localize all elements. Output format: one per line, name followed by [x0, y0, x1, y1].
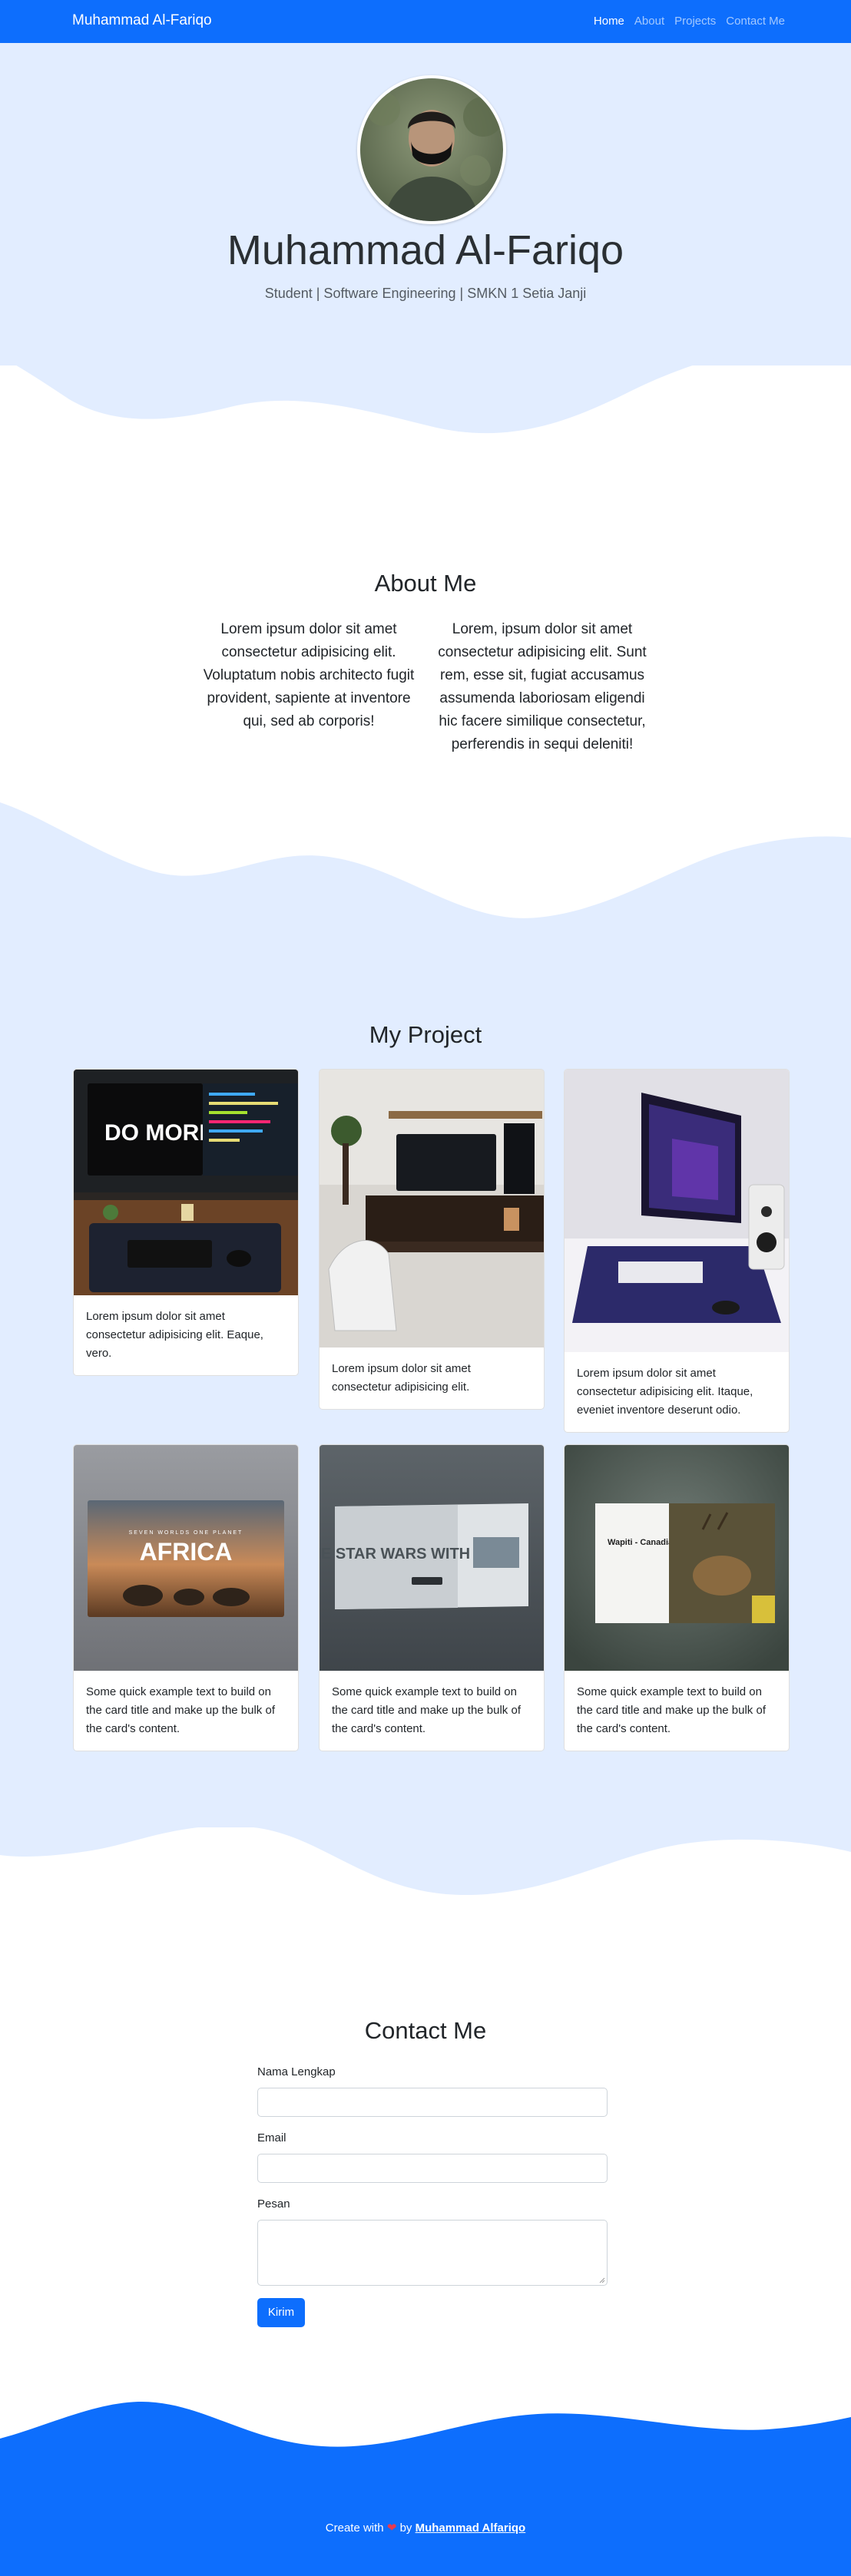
email-field[interactable]: [257, 2154, 608, 2183]
about-column-right: Lorem, ipsum dolor sit amet consectetur …: [438, 621, 647, 752]
email-label: Email: [257, 2131, 286, 2144]
resize-handle-icon[interactable]: [599, 2277, 605, 2283]
project-card-text-6: Some quick example text to build on the …: [577, 1685, 766, 1735]
nav-link-about[interactable]: About: [634, 15, 664, 28]
avatar: [357, 75, 506, 224]
projects-title: My Project: [369, 1021, 482, 1048]
projects-bottom-wave: [0, 1781, 851, 1896]
submit-button[interactable]: Kirim: [257, 2298, 305, 2327]
footer-wave: [0, 2401, 851, 2457]
project-image-6: Wapiti - Canadian Deer: [565, 1445, 789, 1671]
name-label: Nama Lengkap: [257, 2065, 336, 2078]
project-card-text-2: Lorem ipsum dolor sit amet consectetur a…: [332, 1362, 471, 1394]
footer-prefix: Create with: [325, 2521, 384, 2535]
project-card-4[interactable]: SEVEN WORLDS ONE PLANET AFRICA Some quic…: [73, 1444, 299, 1751]
footer: [0, 2453, 851, 2576]
africa-overlay-small: SEVEN WORLDS ONE PLANET: [129, 1530, 243, 1536]
do-more-overlay: DO MORI: [104, 1120, 206, 1146]
nav-link-contact[interactable]: Contact Me: [726, 15, 785, 28]
footer-by: by: [399, 2521, 412, 2535]
project-image-5: THE STAR WARS WITH YOU: [320, 1445, 544, 1671]
project-image-1: DO MORI: [74, 1070, 298, 1295]
nav-link-projects[interactable]: Projects: [674, 15, 716, 28]
project-card-3[interactable]: Lorem ipsum dolor sit amet consectetur a…: [564, 1069, 790, 1433]
message-field[interactable]: [257, 2220, 608, 2286]
project-card-text-4: Some quick example text to build on the …: [86, 1685, 275, 1735]
project-image-2: [320, 1070, 544, 1348]
heart-icon: ❤: [386, 2521, 397, 2535]
contact-title: Contact Me: [364, 2017, 487, 2044]
navbar-brand[interactable]: Muhammad Al-Fariqo: [72, 12, 212, 29]
name-field[interactable]: [257, 2088, 608, 2117]
africa-overlay: AFRICA: [140, 1538, 233, 1566]
project-card-text-3: Lorem ipsum dolor sit amet consectetur a…: [577, 1367, 753, 1417]
footer-author-link[interactable]: Muhammad Alfariqo: [416, 2521, 526, 2535]
nav-link-home[interactable]: Home: [594, 15, 624, 28]
about-column-left: Lorem ipsum dolor sit amet consectetur a…: [203, 621, 415, 729]
project-card-5[interactable]: THE STAR WARS WITH YOU Some quick exampl…: [319, 1444, 545, 1751]
message-label: Pesan: [257, 2197, 290, 2211]
project-image-3: [565, 1070, 789, 1352]
navbar: Muhammad Al-Fariqo Home About Projects C…: [0, 0, 851, 43]
project-image-4: SEVEN WORLDS ONE PLANET AFRICA: [74, 1445, 298, 1671]
hero-name: Muhammad Al-Fariqo: [227, 227, 624, 273]
project-card-text-5: Some quick example text to build on the …: [332, 1685, 521, 1735]
project-card-text-1: Lorem ipsum dolor sit amet consectetur a…: [86, 1310, 263, 1360]
project-card-6[interactable]: Wapiti - Canadian Deer Some quick exampl…: [564, 1444, 790, 1751]
nav-links: Home About Projects Contact Me: [594, 15, 785, 28]
project-card-2[interactable]: Lorem ipsum dolor sit amet consectetur a…: [319, 1069, 545, 1410]
hero-subtitle: Student | Software Engineering | SMKN 1 …: [264, 286, 587, 301]
hero-wave: [0, 338, 851, 434]
project-card-1[interactable]: DO MORI Lorem ipsum dolor sit amet conse…: [73, 1069, 299, 1376]
about-title: About Me: [374, 570, 477, 597]
footer-text: Create with ❤ by Muhammad Alfariqo: [0, 2521, 851, 2535]
projects-top-wave: [0, 802, 851, 933]
